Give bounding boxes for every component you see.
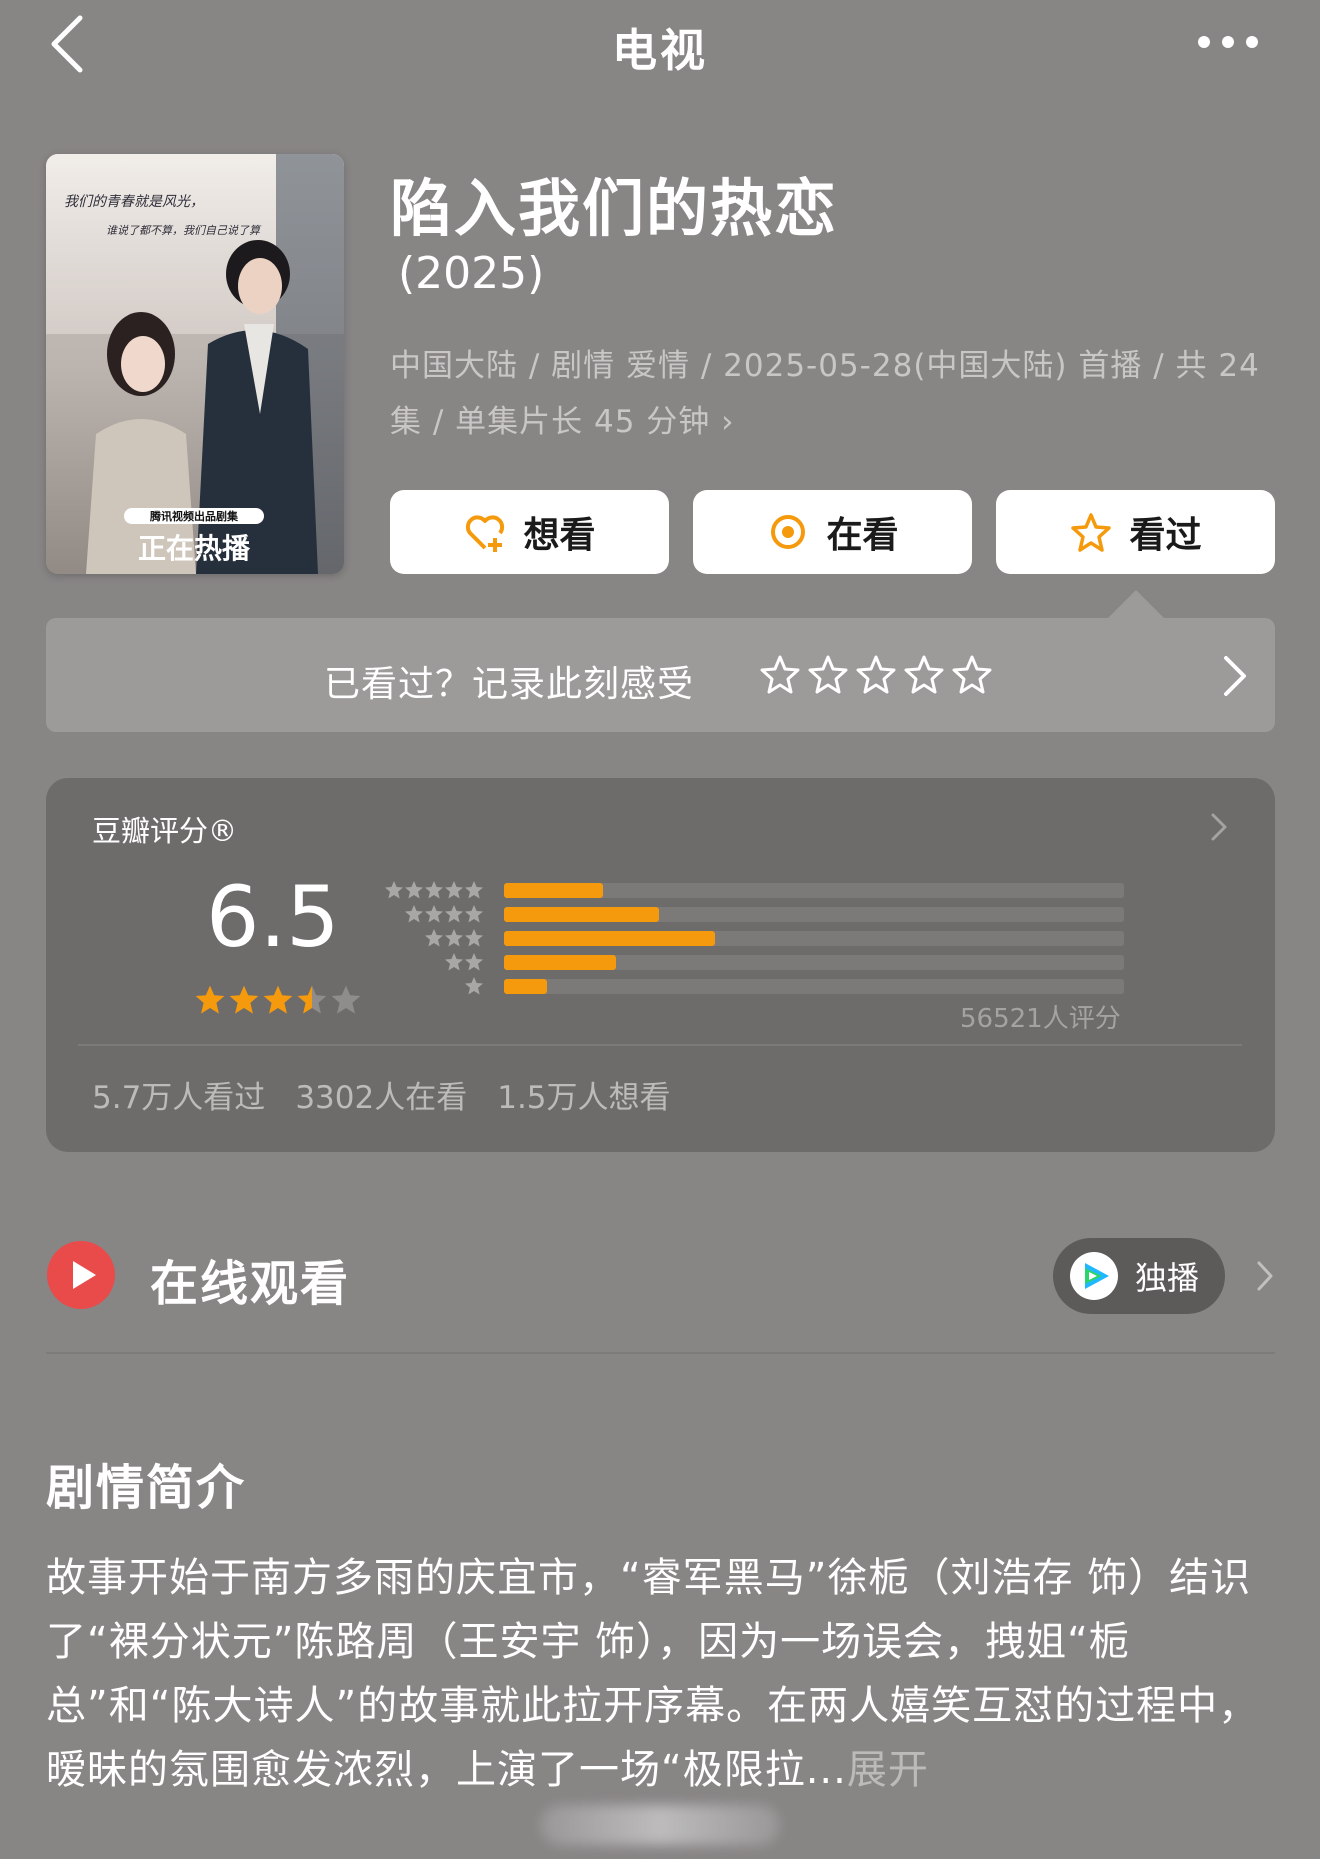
star-icon xyxy=(385,881,403,899)
star-icon xyxy=(405,905,423,923)
star-icon xyxy=(465,881,483,899)
star-icon xyxy=(445,929,463,947)
svg-text:正在热播: 正在热播 xyxy=(138,532,251,565)
distribution-row xyxy=(380,952,1124,972)
watching-label: 在看 xyxy=(826,515,899,556)
star-icon xyxy=(445,881,463,899)
synopsis-title: 剧情简介 xyxy=(46,1460,247,1516)
distribution-track xyxy=(504,883,1124,898)
star-icon xyxy=(465,905,483,923)
show-year: (2025) xyxy=(398,248,545,299)
watching-button[interactable]: 在看 xyxy=(693,490,972,574)
star-outline-icon xyxy=(1071,513,1112,552)
stat-watched: 5.7万人看过 xyxy=(92,1080,266,1116)
distribution-bar xyxy=(504,907,659,922)
star-empty-icon[interactable] xyxy=(758,652,802,696)
distribution-track xyxy=(504,907,1124,922)
watched-button[interactable]: 看过 xyxy=(996,490,1275,574)
distribution-row xyxy=(380,904,1124,924)
rating-score: 6.5 xyxy=(206,868,340,966)
chevron-right-icon: › xyxy=(721,404,735,440)
distribution-bar xyxy=(504,931,715,946)
star-empty-icon[interactable] xyxy=(950,652,994,696)
distribution-row xyxy=(380,880,1124,900)
star-icon xyxy=(425,929,443,947)
show-title: 陷入我们的热恋 xyxy=(390,172,839,245)
distribution-row xyxy=(380,976,1124,996)
distribution-stars xyxy=(464,976,484,996)
star-icon xyxy=(425,881,443,899)
star-icon xyxy=(297,985,327,1014)
want-label: 想看 xyxy=(523,515,596,556)
distribution-track xyxy=(504,931,1124,946)
exclusive-badge[interactable]: 独播 xyxy=(1053,1238,1225,1314)
star-icon xyxy=(465,977,483,995)
distribution-row xyxy=(380,928,1124,948)
distribution-stars xyxy=(384,880,484,900)
chevron-right-icon[interactable] xyxy=(1210,812,1228,842)
divider xyxy=(46,1352,1275,1354)
distribution-bar xyxy=(504,955,616,970)
stat-watching: 3302人在看 xyxy=(295,1080,468,1116)
stat-want: 1.5万人想看 xyxy=(497,1080,671,1116)
chevron-right-icon[interactable] xyxy=(1256,1260,1274,1292)
ellipsis-icon[interactable] xyxy=(1196,34,1260,50)
star-icon xyxy=(465,929,483,947)
rating-label: 豆瓣评分® xyxy=(92,814,238,848)
star-icon xyxy=(331,985,361,1014)
synopsis-text: 故事开始于南方多雨的庆宜市，“睿军黑马”徐栀（刘浩存 饰）结识了“裸分状元”陈路… xyxy=(46,1555,1260,1793)
distribution-bar xyxy=(504,883,603,898)
distribution-track xyxy=(504,979,1124,994)
watch-online-label[interactable]: 在线观看 xyxy=(150,1244,350,1314)
target-icon xyxy=(771,515,806,549)
show-meta[interactable]: 中国大陆 / 剧情 爱情 / 2025-05-28(中国大陆) 首播 / 共 2… xyxy=(390,338,1260,450)
tencent-video-icon xyxy=(1070,1252,1118,1300)
rate-prompt-text: 已看过？记录此刻感受 xyxy=(324,664,695,705)
want-to-watch-button[interactable]: 想看 xyxy=(390,490,669,574)
distribution-track xyxy=(504,955,1124,970)
distribution-stars xyxy=(444,952,484,972)
star-icon xyxy=(445,905,463,923)
watch-stats: 5.7万人看过 3302人在看 1.5万人想看 xyxy=(92,1072,671,1117)
distribution-stars xyxy=(424,928,484,948)
distribution-bar xyxy=(504,979,547,994)
star-icon xyxy=(405,881,423,899)
svg-text:腾讯视频出品剧集: 腾讯视频出品剧集 xyxy=(150,509,239,523)
exclusive-label: 独播 xyxy=(1135,1259,1200,1297)
star-icon xyxy=(425,905,443,923)
rating-count: 56521人评分 xyxy=(960,1004,1121,1034)
svg-text:谁说了都不算，我们自己说了算: 谁说了都不算，我们自己说了算 xyxy=(106,224,262,237)
chevron-right-icon[interactable] xyxy=(1220,654,1250,698)
popover-pointer xyxy=(1108,590,1164,618)
heart-plus-icon xyxy=(466,515,505,552)
page-title: 电视 xyxy=(611,24,708,77)
watermark xyxy=(540,1805,780,1845)
play-icon[interactable] xyxy=(46,1240,116,1310)
svg-text:我们的青春就是风光，: 我们的青春就是风光， xyxy=(64,194,204,210)
star-empty-icon[interactable] xyxy=(854,652,898,696)
expand-link[interactable]: 展开 xyxy=(847,1747,929,1793)
watched-label: 看过 xyxy=(1129,515,1202,556)
star-icon xyxy=(465,953,483,971)
star-icon xyxy=(263,985,293,1014)
star-empty-icon[interactable] xyxy=(902,652,946,696)
distribution-stars xyxy=(404,904,484,924)
divider xyxy=(78,1044,1242,1046)
poster-image[interactable]: 我们的青春就是风光， 谁说了都不算，我们自己说了算 腾讯视频出品剧集 正在热播 xyxy=(46,154,344,574)
star-icon xyxy=(195,985,225,1014)
rating-stars xyxy=(194,984,362,1016)
star-icon xyxy=(229,985,259,1014)
rate-stars[interactable] xyxy=(758,652,994,696)
star-empty-icon[interactable] xyxy=(806,652,850,696)
star-icon xyxy=(445,953,463,971)
